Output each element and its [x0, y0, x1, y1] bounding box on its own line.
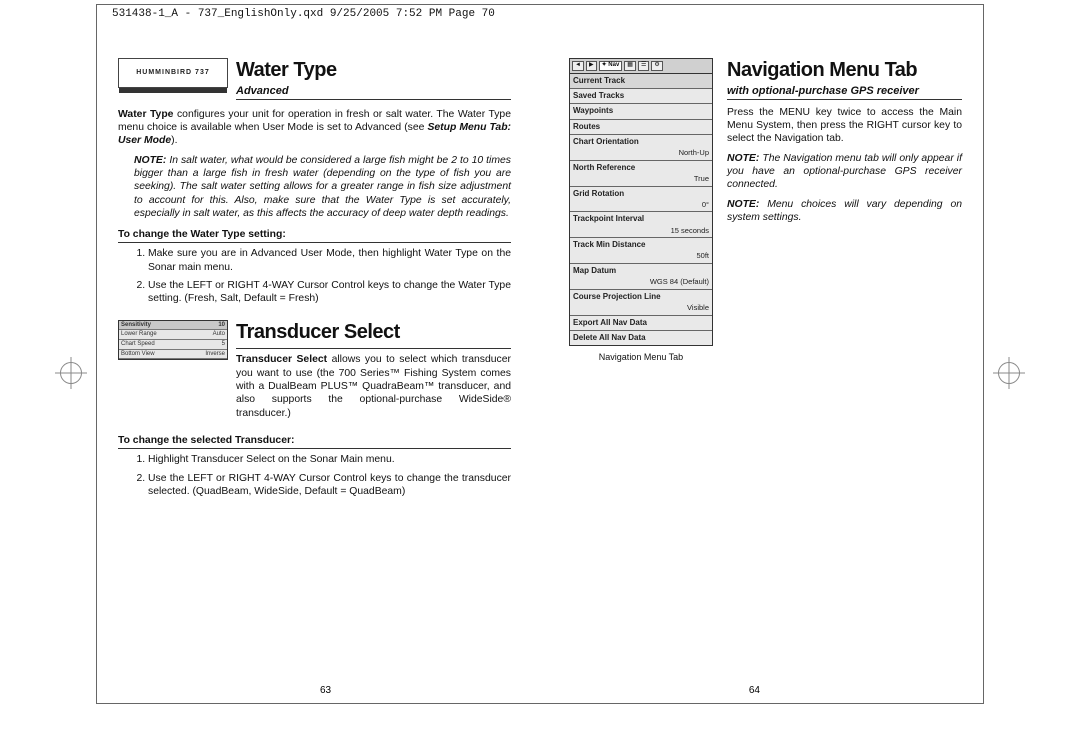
nav-subhead: with optional-purchase GPS receiver [727, 84, 962, 100]
note-label: NOTE: [134, 155, 166, 166]
water-type-note: NOTE: In salt water, what would be consi… [134, 154, 511, 221]
step-item: Use the LEFT or RIGHT 4-WAY Cursor Contr… [148, 472, 511, 499]
nav-note-1: NOTE: The Navigation menu tab will only … [727, 152, 962, 192]
registration-mark-left [60, 362, 82, 384]
heading-block: Water Type Advanced [236, 58, 511, 106]
water-type-subhead: Advanced [236, 84, 511, 100]
registration-mark-right [998, 362, 1020, 384]
note-label: NOTE: [727, 199, 759, 210]
nav-menu-row: Chart OrientationNorth-Up [570, 134, 712, 160]
brand-logo: HUMMINBIRD 737 [118, 58, 228, 88]
page-spread: { "header_slug": "531438-1_A - 737_Engli… [0, 0, 1080, 744]
nav-menu-row: Map DatumWGS 84 (Default) [570, 263, 712, 289]
nav-menu-row: Delete All Nav Data [570, 330, 712, 345]
print-slug: 531438-1_A - 737_EnglishOnly.qxd 9/25/20… [112, 8, 495, 20]
nav-note-2: NOTE: Menu choices will vary depending o… [727, 198, 962, 225]
brand-thumbnail: HUMMINBIRD 737 [118, 58, 226, 102]
nav-menu-row: Waypoints [570, 103, 712, 118]
note-text: Menu choices will vary depending on syst… [727, 199, 962, 223]
nav-menu-figure: ◄▶✦ Nav▦☰⚙ Current TrackSaved TracksWayp… [569, 58, 713, 346]
nav-menu-row: Course Projection LineVisible [570, 289, 712, 315]
heading-rule [236, 347, 511, 349]
nav-menu-list: Current TrackSaved TracksWaypointsRoutes… [569, 74, 713, 346]
nav-heading: Navigation Menu Tab [727, 58, 962, 84]
transducer-heading-row: Sensitivity10 Lower RangeAuto Chart Spee… [118, 320, 511, 426]
transducer-intro-inline: Transducer Select allows you to select w… [236, 353, 511, 420]
nav-figure-caption: Navigation Menu Tab [569, 352, 713, 364]
intro-end: ). [171, 135, 177, 146]
water-type-heading: Water Type [236, 58, 511, 84]
nav-menu-row: Saved Tracks [570, 88, 712, 103]
right-column: ◄▶✦ Nav▦☰⚙ Current TrackSaved TracksWayp… [569, 58, 962, 684]
sonar-menu-thumbnail: Sensitivity10 Lower RangeAuto Chart Spee… [118, 320, 226, 364]
water-type-heading-row: HUMMINBIRD 737 Water Type Advanced [118, 58, 511, 106]
nav-menu-value: True [573, 174, 709, 184]
intro-bold: Transducer Select [236, 354, 327, 365]
nav-figure-column: ◄▶✦ Nav▦☰⚙ Current TrackSaved TracksWayp… [569, 58, 713, 684]
transducer-instr-head: To change the selected Transducer: [118, 434, 511, 449]
heading-block: Transducer Select Transducer Select allo… [236, 320, 511, 426]
nav-menu-value: Visible [573, 303, 709, 313]
nav-menu-value: 0° [573, 200, 709, 210]
step-item: Make sure you are in Advanced User Mode,… [148, 247, 511, 274]
water-type-intro: Water Type configures your unit for oper… [118, 108, 511, 148]
intro-bold: Water Type [118, 109, 173, 120]
nav-tab-selected: ✦ Nav [599, 61, 623, 71]
step-item: Highlight Transducer Select on the Sonar… [148, 453, 511, 466]
nav-menu-value: 15 seconds [573, 226, 709, 236]
note-label: NOTE: [727, 153, 759, 164]
nav-text-column: Navigation Menu Tab with optional-purcha… [727, 58, 962, 684]
nav-menu-value: North-Up [573, 148, 709, 158]
nav-menu-row: Track Min Distance50ft [570, 237, 712, 263]
page-number-right: 64 [749, 685, 760, 696]
transducer-steps: Highlight Transducer Select on the Sonar… [118, 453, 511, 498]
nav-menu-row: Current Track [570, 74, 712, 88]
nav-tabbar: ◄▶✦ Nav▦☰⚙ [569, 58, 713, 74]
nav-menu-value: WGS 84 (Default) [573, 277, 709, 287]
step-item: Use the LEFT or RIGHT 4-WAY Cursor Contr… [148, 279, 511, 306]
page-number-left: 63 [320, 685, 331, 696]
transducer-heading: Transducer Select [236, 320, 511, 346]
note-text: The Navigation menu tab will only appear… [727, 153, 962, 191]
nav-menu-value: 50ft [573, 251, 709, 261]
nav-menu-row: Grid Rotation0° [570, 186, 712, 212]
sonar-menu-graphic: Sensitivity10 Lower RangeAuto Chart Spee… [118, 320, 228, 360]
nav-menu-row: Routes [570, 119, 712, 134]
nav-menu-row: Export All Nav Data [570, 315, 712, 330]
note-text: In salt water, what would be considered … [134, 155, 511, 219]
nav-menu-row: North ReferenceTrue [570, 160, 712, 186]
nav-intro: Press the MENU key twice to access the M… [727, 106, 962, 146]
water-type-steps: Make sure you are in Advanced User Mode,… [118, 247, 511, 305]
content-area: HUMMINBIRD 737 Water Type Advanced Water… [118, 58, 962, 684]
left-column: HUMMINBIRD 737 Water Type Advanced Water… [118, 58, 511, 684]
water-type-instr-head: To change the Water Type setting: [118, 228, 511, 243]
nav-menu-row: Trackpoint Interval15 seconds [570, 211, 712, 237]
